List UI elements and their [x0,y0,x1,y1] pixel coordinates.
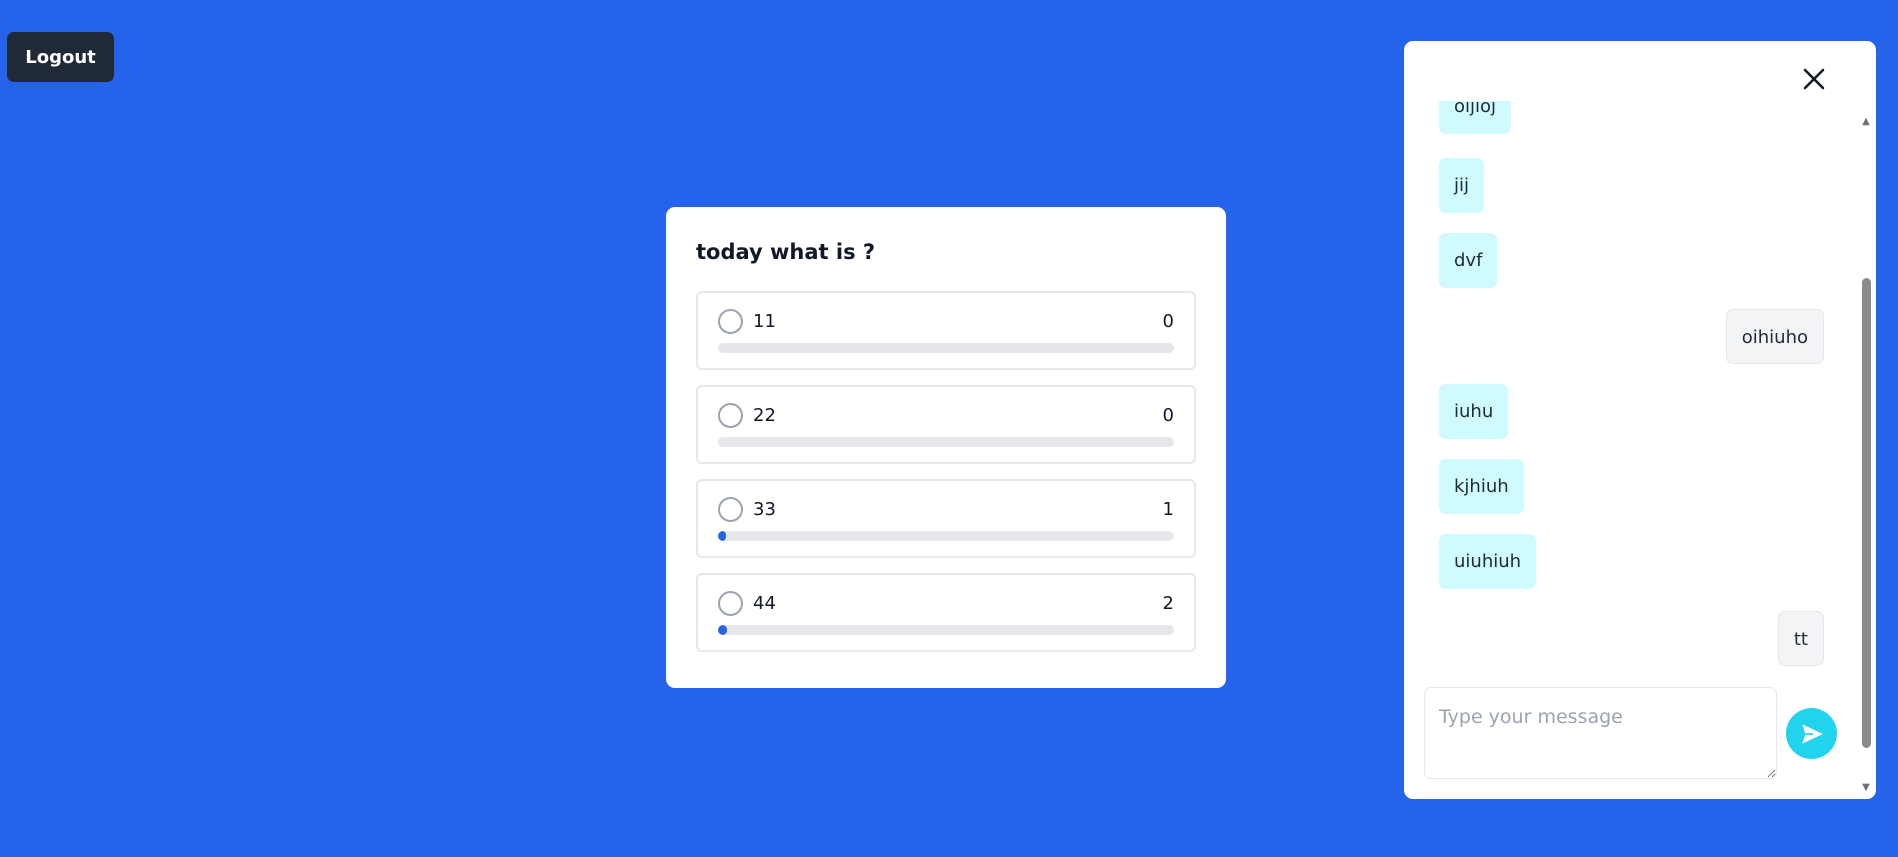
poll-option[interactable]: 33 1 [696,479,1196,558]
message-row: dvf [1404,233,1854,288]
vote-count: 0 [1162,405,1174,426]
radio-button[interactable] [718,591,743,616]
radio-button[interactable] [718,403,743,428]
chat-panel: oijioj jij dvf oihiuho iuhu kjhiuh uiuhi… [1404,41,1876,799]
vote-count: 2 [1162,593,1174,614]
poll-option[interactable]: 44 2 [696,573,1196,652]
poll-option[interactable]: 22 0 [696,385,1196,464]
radio-button[interactable] [718,309,743,334]
logout-button[interactable]: Logout [7,32,114,82]
vote-count: 1 [1162,499,1174,520]
message-bubble-received: kjhiuh [1439,459,1524,514]
message-bubble-received: uiuhiuh [1439,534,1537,589]
message-bubble-received: jij [1439,158,1485,213]
progress-fill [718,625,728,635]
progress-bar [718,625,1174,635]
message-row: iuhu [1404,384,1854,439]
poll-card: today what is ? 11 0 22 0 33 1 44 2 [666,207,1226,688]
scrollbar[interactable]: ▲ ▼ [1859,41,1873,793]
message-row: jij [1404,158,1854,213]
close-icon [1803,68,1825,90]
message-list[interactable]: oijioj jij dvf oihiuho iuhu kjhiuh uiuhi… [1404,101,1854,704]
message-row: oihiuho [1404,309,1854,364]
vote-count: 0 [1162,311,1174,332]
message-row: tt [1404,611,1854,666]
progress-bar [718,531,1174,541]
message-bubble-received: dvf [1439,233,1498,288]
radio-button[interactable] [718,497,743,522]
send-icon [1801,723,1823,744]
progress-bar [718,437,1174,447]
message-bubble-sent: tt [1777,611,1824,666]
close-button[interactable] [1796,61,1832,97]
scroll-thumb[interactable] [1862,278,1871,748]
message-row: oijioj [1404,101,1854,134]
message-bubble-sent: oihiuho [1725,309,1824,364]
progress-fill [718,531,726,541]
option-label: 11 [753,311,776,332]
option-label: 22 [753,405,776,426]
message-bubble-received: iuhu [1439,384,1509,439]
message-row: uiuhiuh [1404,534,1854,589]
option-label: 33 [753,499,776,520]
scroll-up-arrow-icon[interactable]: ▲ [1860,116,1872,127]
progress-bar [718,343,1174,353]
send-button[interactable] [1786,708,1837,759]
message-row: kjhiuh [1404,459,1854,514]
poll-option[interactable]: 11 0 [696,291,1196,370]
message-input[interactable] [1424,687,1777,779]
poll-question: today what is ? [696,240,876,264]
option-label: 44 [753,593,776,614]
scroll-down-arrow-icon[interactable]: ▼ [1860,782,1872,793]
message-bubble-received: oijioj [1439,101,1512,134]
